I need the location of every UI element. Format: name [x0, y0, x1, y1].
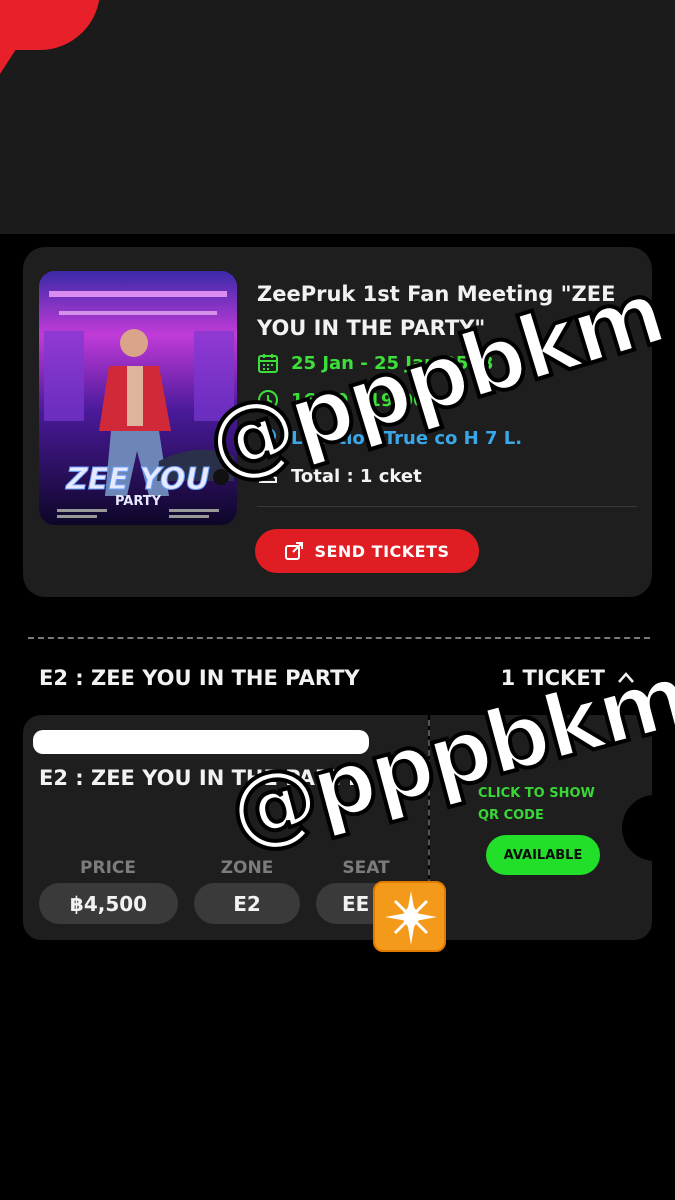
share-icon — [285, 542, 304, 560]
zone-section-header: E2 : ZEE YOU IN THE PARTY — [39, 666, 360, 690]
section-divider — [28, 637, 650, 639]
send-tickets-label: SEND TICKETS — [314, 541, 450, 561]
card-divider — [257, 506, 637, 507]
top-header-area: 1 — [0, 0, 675, 234]
seat-label: SEAT — [342, 858, 390, 878]
calendar-icon — [258, 354, 278, 373]
price-label: PRICE — [80, 858, 136, 878]
available-status-button[interactable]: AVAILABLE — [486, 835, 600, 875]
price-value: ฿4,500 — [39, 883, 178, 924]
svg-text:ZEE YOU: ZEE YOU — [65, 462, 210, 497]
sparkle-emoji-icon — [373, 881, 446, 952]
badge-tail — [0, 40, 22, 74]
send-tickets-button[interactable]: SEND TICKETS — [255, 529, 479, 573]
zone-value: E2 — [194, 883, 300, 924]
svg-text:PARTY: PARTY — [115, 494, 162, 509]
